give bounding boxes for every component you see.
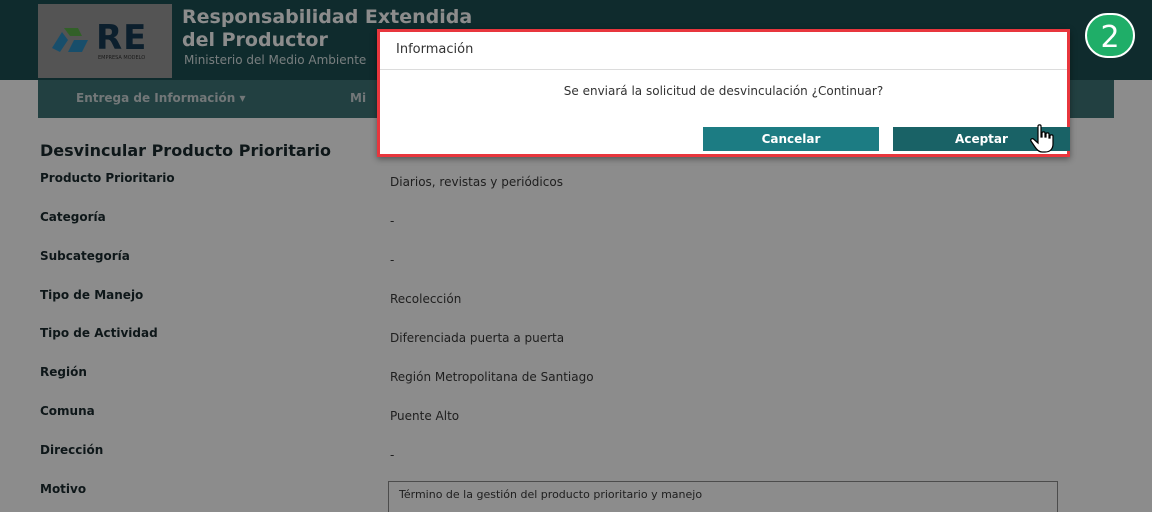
confirm-dialog: Información Se enviará la solicitud de d… <box>377 29 1070 157</box>
dialog-message: Se enviará la solicitud de desvinculació… <box>563 84 884 98</box>
dialog-title: Información <box>396 42 474 57</box>
cancel-button[interactable]: Cancelar <box>703 127 879 151</box>
dialog-header: Información <box>380 32 1067 70</box>
step-number-badge: 2 <box>1085 13 1135 58</box>
page: RE EMPRESA MODELO Responsabilidad Extend… <box>0 0 1152 512</box>
hand-pointer-cursor-icon <box>1030 124 1054 153</box>
